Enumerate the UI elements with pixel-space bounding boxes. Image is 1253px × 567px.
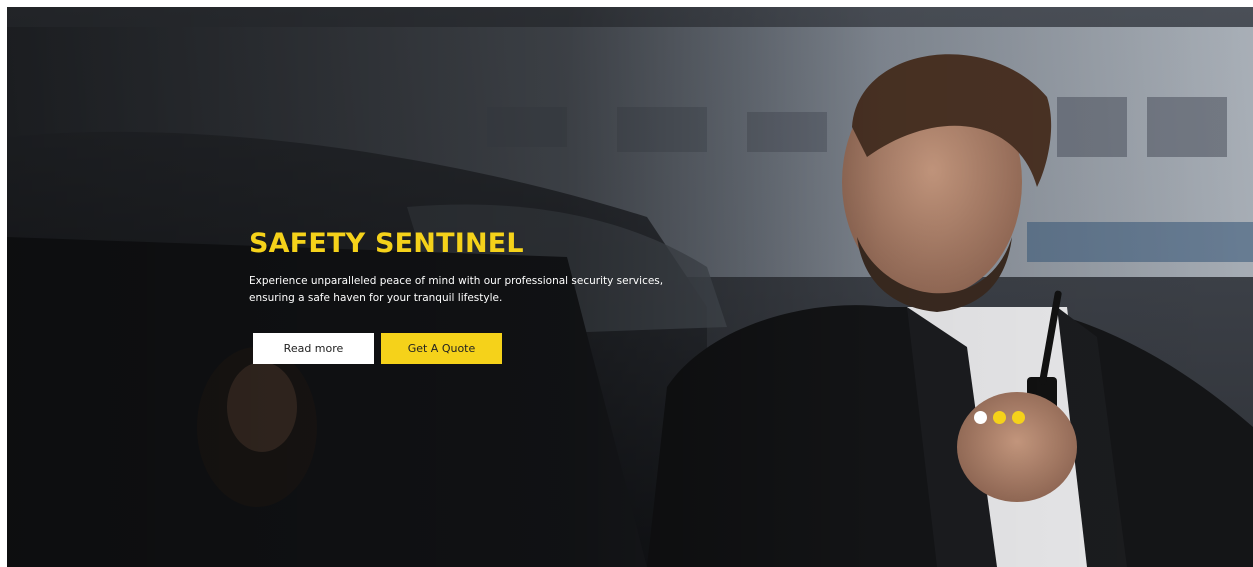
hero-content: SAFETY SENTINEL Experience unparalleled …: [249, 225, 709, 364]
slider-dot-3[interactable]: [1012, 411, 1025, 424]
get-a-quote-button[interactable]: Get A Quote: [381, 333, 502, 364]
hero-title: SAFETY SENTINEL: [249, 228, 524, 259]
hero-buttons: Read more Get A Quote: [249, 333, 709, 364]
slider-pagination: [974, 411, 1025, 424]
hero-description: Experience unparalleled peace of mind wi…: [249, 275, 664, 304]
slider-dot-2[interactable]: [993, 411, 1006, 424]
read-more-button[interactable]: Read more: [253, 333, 374, 364]
slider-dot-1[interactable]: [974, 411, 987, 424]
hero-slider: SAFETY SENTINEL Experience unparalleled …: [7, 7, 1253, 567]
